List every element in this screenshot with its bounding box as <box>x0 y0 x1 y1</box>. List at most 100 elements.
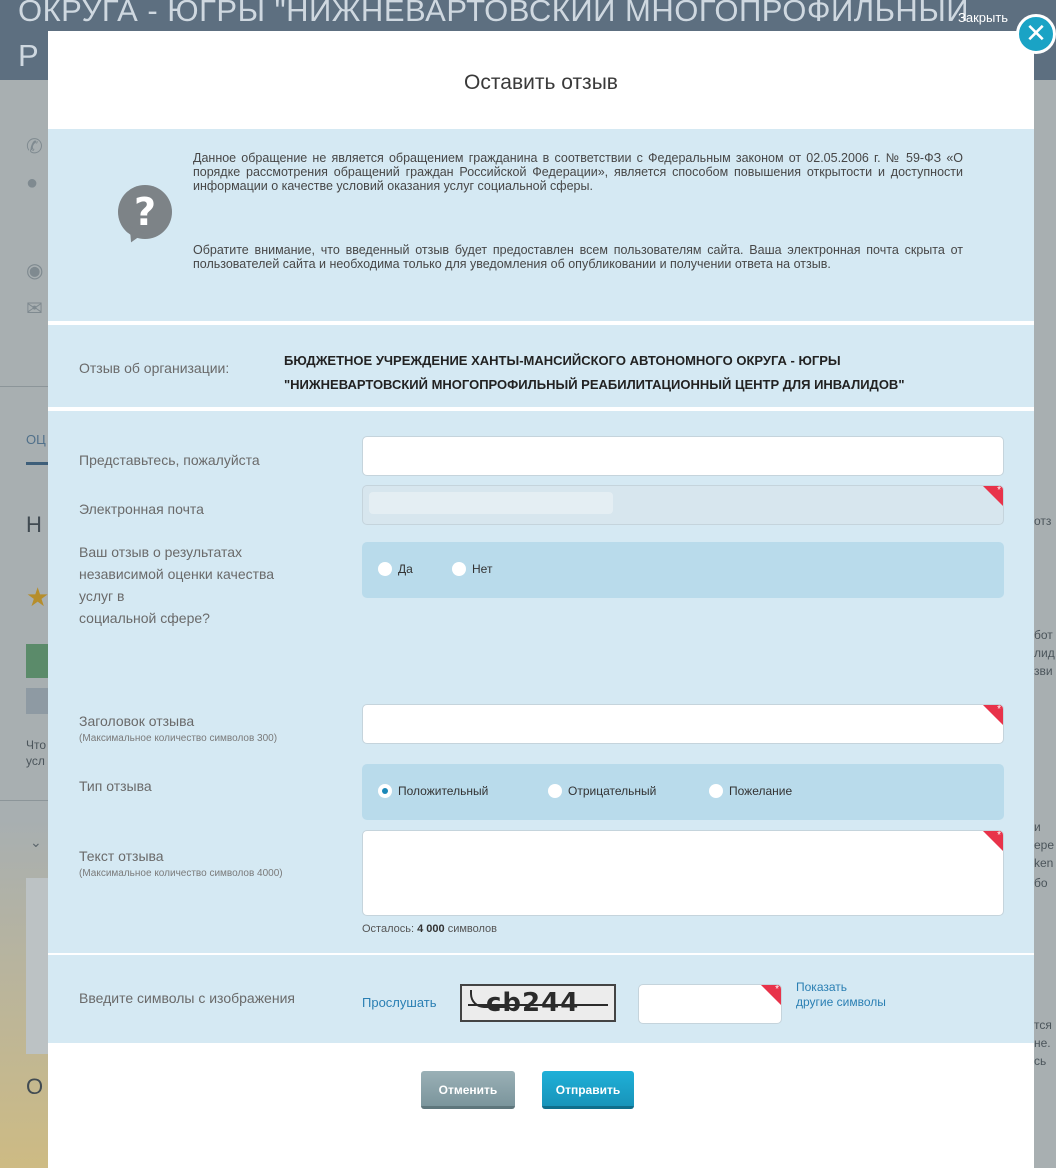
radio-circle[interactable] <box>709 784 723 798</box>
radio-label: Нет <box>472 562 493 576</box>
review-type-options: Положительный Отрицательный Пожелание <box>362 764 1004 820</box>
email-field[interactable]: * <box>362 485 1004 525</box>
radio-independent-yes[interactable]: Да <box>378 561 413 577</box>
captcha-refresh-line-2: другие символы <box>796 995 886 1009</box>
background-text: Что <box>26 738 47 752</box>
captcha-noise-line <box>468 1004 608 1006</box>
captcha-label: Введите символы с изображения <box>79 990 295 1006</box>
email-label: Электронная почта <box>79 501 204 517</box>
background-grey-badge <box>26 688 48 714</box>
email-value-obscured <box>369 492 613 514</box>
remaining-count: 4 000 <box>417 923 445 935</box>
review-title-input[interactable]: * <box>362 704 1004 744</box>
background-right-text: и <box>1034 820 1041 834</box>
background-right-text: отз <box>1034 514 1052 528</box>
captcha-refresh-line-1: Показать <box>796 980 848 994</box>
radio-type-positive[interactable]: Положительный <box>378 783 488 799</box>
review-text-area[interactable]: * <box>362 830 1004 916</box>
background-right-text: тся <box>1034 1018 1052 1032</box>
organization-name-line-2: "НИЖНЕВАРТОВСКИЙ МНОГОПРОФИЛЬНЫЙ РЕАБИЛИ… <box>284 377 905 392</box>
radio-type-wish[interactable]: Пожелание <box>709 783 792 799</box>
close-icon[interactable]: ✕ <box>1016 14 1056 54</box>
captcha-row: Введите символы с изображения Прослушать… <box>48 955 1034 1043</box>
radio-circle[interactable] <box>378 562 392 576</box>
radio-label: Да <box>398 562 413 576</box>
radio-circle-selected[interactable] <box>378 784 392 798</box>
background-divider <box>0 800 48 801</box>
background-right-text: лид <box>1034 646 1055 660</box>
background-right-text: бо <box>1034 876 1048 890</box>
radio-label: Отрицательный <box>568 784 657 798</box>
radio-label: Положительный <box>398 784 489 798</box>
radio-circle[interactable] <box>548 784 562 798</box>
cancel-button[interactable]: Отменить <box>421 1071 515 1109</box>
remaining-prefix: Осталось: <box>362 923 415 935</box>
background-right-text: сь <box>1034 1054 1047 1068</box>
phone-icon: ✆ <box>26 136 43 158</box>
close-link[interactable]: Закрыть <box>958 10 1008 25</box>
captcha-refresh-link[interactable]: Показать другие символы <box>796 980 886 1010</box>
remaining-suffix: символов <box>447 923 498 935</box>
organization-name: БЮДЖЕТНОЕ УЧРЕЖДЕНИЕ ХАНТЫ-МАНСИЙСКОГО А… <box>284 349 1004 397</box>
background-green-badge <box>26 644 48 678</box>
background-right-text: ере <box>1034 838 1055 852</box>
chevron-down-icon[interactable]: ⌄ <box>30 834 42 851</box>
required-star: * <box>997 485 1001 496</box>
background-right-text: ken <box>1034 856 1054 870</box>
organization-name-line-1: БЮДЖЕТНОЕ УЧРЕЖДЕНИЕ ХАНТЫ-МАНСИЙСКОГО А… <box>284 353 841 368</box>
review-text-label-text: Текст отзыва <box>79 848 164 864</box>
review-modal: Оставить отзыв ? Данное обращение не явл… <box>48 31 1034 1168</box>
organization-row: Отзыв об организации: БЮДЖЕТНОЕ УЧРЕЖДЕН… <box>48 325 1034 407</box>
name-input[interactable] <box>362 436 1004 476</box>
background-right-text: зви <box>1034 664 1053 678</box>
independent-assessment-options: Да Нет <box>362 542 1004 598</box>
background-right-column <box>1034 80 1056 1168</box>
radio-independent-no[interactable]: Нет <box>452 561 492 577</box>
background-text: усл <box>26 754 45 768</box>
background-divider <box>0 386 48 387</box>
review-text-hint: (Максимальное количество символов 4000) <box>79 868 283 879</box>
name-label: Представьтесь, пожалуйста <box>79 452 260 468</box>
mail-icon: ✉ <box>26 298 43 320</box>
independent-assessment-label-line: социальной сфере? <box>79 610 210 626</box>
info-paragraph-1: Данное обращение не является обращением … <box>193 151 963 193</box>
globe-icon: ◉ <box>26 260 44 282</box>
background-title: ОКРУГА - ЮГРЫ "НИЖНЕВАРТОВСКИЙ МНОГОПРОФ… <box>18 0 970 28</box>
independent-assessment-label-line: услуг в <box>79 588 125 604</box>
radio-type-negative[interactable]: Отрицательный <box>548 783 656 799</box>
background-card <box>26 878 48 1054</box>
captcha-image: cb244 <box>460 984 616 1022</box>
independent-assessment-label-line: независимой оценки качества <box>79 566 275 582</box>
captcha-input[interactable]: * <box>638 984 782 1024</box>
review-text-label: Текст отзыва (Максимальное количество си… <box>79 845 283 881</box>
required-star: * <box>997 704 1001 715</box>
background-tab-underline <box>26 462 48 465</box>
review-title-label-text: Заголовок отзыва <box>79 713 195 729</box>
background-title-line2: Р <box>18 38 39 73</box>
captcha-listen-link[interactable]: Прослушать <box>362 995 437 1010</box>
review-form: Представьтесь, пожалуйста Электронная по… <box>48 411 1034 953</box>
send-button[interactable]: Отправить <box>542 1071 634 1109</box>
review-type-label: Тип отзыва <box>79 778 152 794</box>
radio-label: Пожелание <box>729 784 793 798</box>
review-title-label: Заголовок отзыва (Максимальное количеств… <box>79 710 277 746</box>
location-pin-icon: ● <box>26 172 39 194</box>
info-paragraph-2: Обратите внимание, что введенный отзыв б… <box>193 243 963 271</box>
required-star: * <box>997 830 1001 841</box>
modal-title: Оставить отзыв <box>464 71 618 94</box>
captcha-image-text: cb244 <box>486 988 580 1018</box>
remaining-characters: Осталось: 4 000 символов <box>362 923 497 935</box>
background-right-text: не. <box>1034 1036 1051 1050</box>
info-notice: ? Данное обращение не является обращение… <box>48 129 1034 321</box>
review-title-hint: (Максимальное количество символов 300) <box>79 733 278 744</box>
independent-assessment-label-line: Ваш отзыв о результатах <box>79 544 242 560</box>
background-heading: Н <box>26 512 42 537</box>
independent-assessment-label: Ваш отзыв о результатах независимой оцен… <box>79 541 274 629</box>
background-right-text: бот <box>1034 628 1053 642</box>
star-icon: ★ <box>26 582 50 612</box>
background-tab[interactable]: ОЦ <box>26 432 46 447</box>
background-heading-2: О <box>26 1074 44 1099</box>
radio-circle[interactable] <box>452 562 466 576</box>
organization-label: Отзыв об организации: <box>79 360 230 376</box>
required-star: * <box>775 984 779 995</box>
